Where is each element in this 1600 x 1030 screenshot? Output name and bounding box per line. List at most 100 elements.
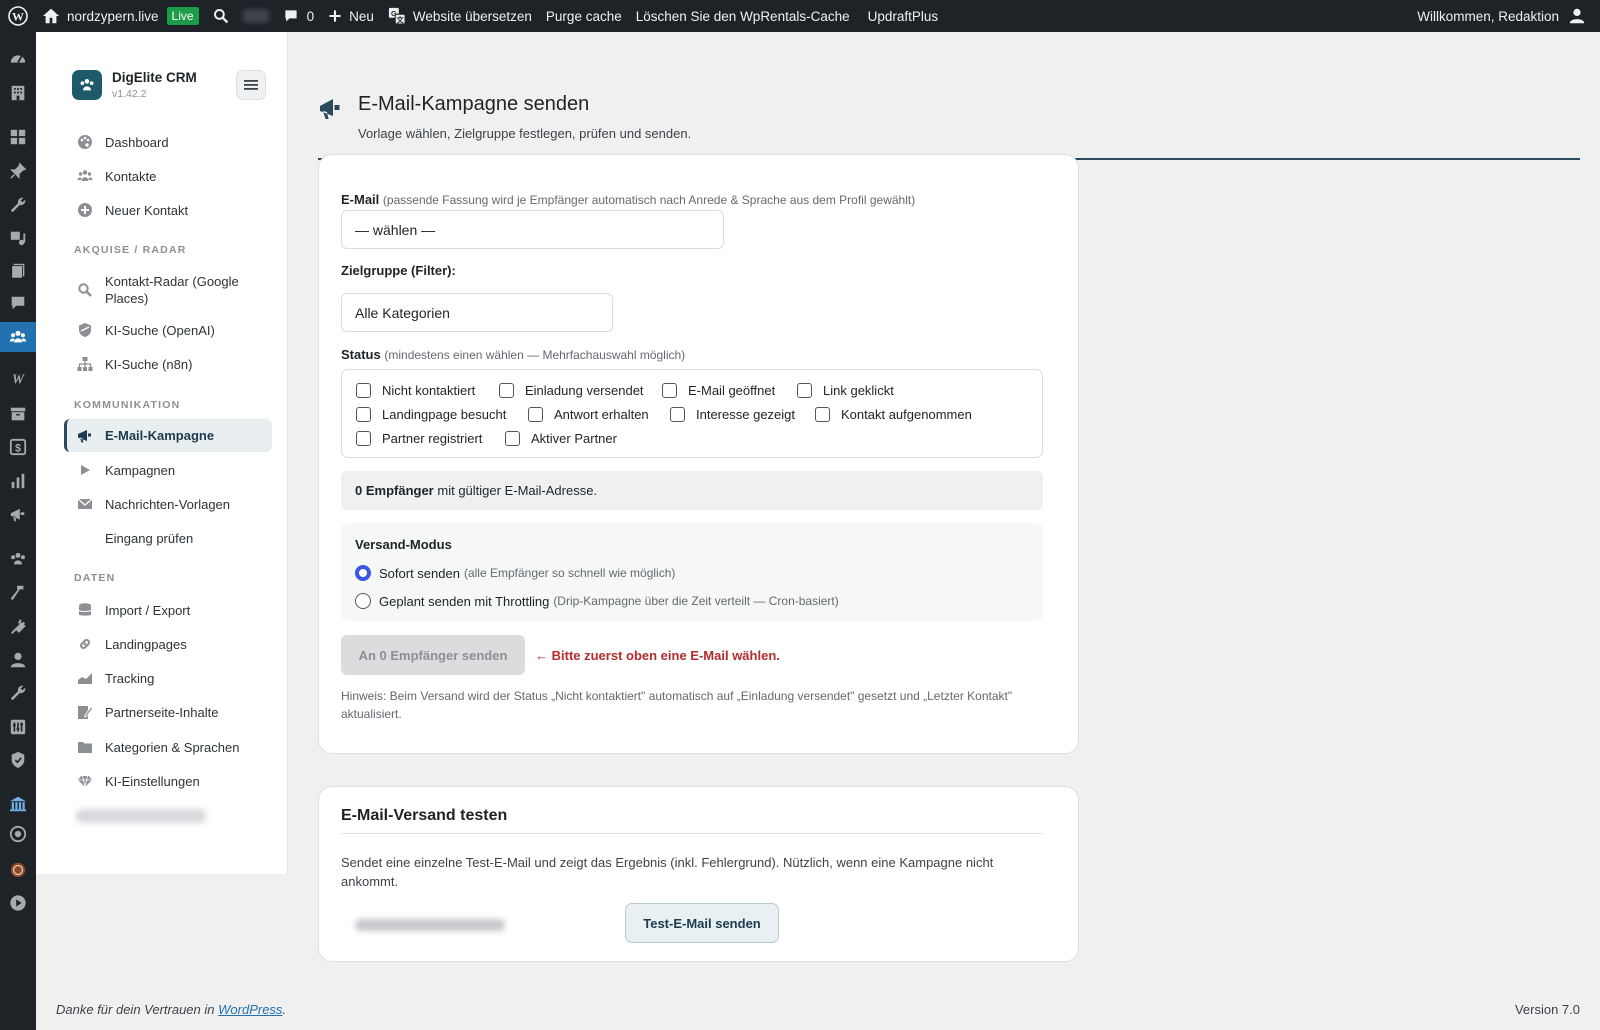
checkbox[interactable] <box>797 383 812 398</box>
status-checkbox[interactable]: Link geklickt <box>797 383 894 398</box>
user-icon <box>1569 8 1585 24</box>
groups-icon <box>77 168 93 184</box>
bank-menu-icon[interactable] <box>0 789 36 819</box>
wordpress-link[interactable]: WordPress <box>218 1002 282 1017</box>
media-menu-icon[interactable] <box>0 223 36 253</box>
sidebar-item-partnerseite-inhalte[interactable]: Partnerseite-Inhalte <box>64 697 272 727</box>
sidebar-item-kontakte[interactable]: Kontakte <box>64 161 272 191</box>
blurred-menu-item[interactable] <box>76 809 206 823</box>
sidebar-item-import-export[interactable]: Import / Export <box>64 595 272 625</box>
home-icon <box>42 8 60 24</box>
radio-button[interactable] <box>355 565 371 581</box>
megaphone-menu-icon[interactable] <box>0 500 36 530</box>
zielgruppe-label: Zielgruppe (Filter): <box>341 263 456 278</box>
woo-menu-icon[interactable]: W <box>0 364 36 394</box>
campaign-form-card: E-Mail (passende Fassung wird je Empfäng… <box>318 154 1079 754</box>
comments-link[interactable]: 0 <box>276 0 322 32</box>
zielgruppe-select[interactable]: Alle Kategorien <box>341 293 613 332</box>
sidebar-item-kategorien-sprachen[interactable]: Kategorien & Sprachen <box>64 732 272 762</box>
plugin-badge-menu-icon[interactable] <box>0 855 36 885</box>
pin-menu-icon[interactable] <box>0 156 36 186</box>
building-menu-icon[interactable] <box>0 78 36 108</box>
sidebar-item-kontakt-radar[interactable]: Kontakt-Radar (Google Places) <box>64 270 272 310</box>
purge-cache-link[interactable]: Purge cache <box>539 0 629 32</box>
comments-menu-icon[interactable] <box>0 288 36 318</box>
checkbox[interactable] <box>815 407 830 422</box>
sidebar-item-e-mail-kampagne[interactable]: E-Mail-Kampagne <box>64 419 272 452</box>
status-hint: (mindestens einen wählen — Mehrfachauswa… <box>384 348 686 362</box>
hammer-menu-icon[interactable] <box>0 578 36 608</box>
checkbox[interactable] <box>528 407 543 422</box>
plugins-menu-icon[interactable] <box>0 612 36 642</box>
diamond-icon <box>77 773 93 789</box>
checkbox[interactable] <box>662 383 677 398</box>
sidebar-item-ki-suche-n8n[interactable]: KI-Suche (n8n) <box>64 349 272 379</box>
status-checkbox[interactable]: Nicht kontaktiert <box>356 383 475 398</box>
crm-menu-icon[interactable] <box>0 322 36 352</box>
sidebar-item-label: Partnerseite-Inhalte <box>105 704 219 720</box>
sidebar-item-landingpages[interactable]: Landingpages <box>64 629 272 659</box>
eye-menu-icon[interactable] <box>0 819 36 849</box>
settings-menu-icon[interactable] <box>0 712 36 742</box>
status-checkbox[interactable]: Einladung versendet <box>499 383 644 398</box>
chart-menu-icon[interactable] <box>0 466 36 496</box>
send-test-email-button[interactable]: Test-E-Mail senden <box>625 903 779 943</box>
status-checkbox[interactable]: E-Mail geöffnet <box>662 383 775 398</box>
search-icon[interactable] <box>206 0 236 32</box>
checkbox[interactable] <box>670 407 685 422</box>
updraftplus-link[interactable]: UpdraftPlus <box>857 0 946 32</box>
sidebar-item-label: Kategorien & Sprachen <box>105 739 240 755</box>
dollar-menu-icon[interactable]: $ <box>0 432 36 462</box>
tools-menu-icon[interactable] <box>0 678 36 708</box>
sidebar-item-tracking[interactable]: Tracking <box>64 663 272 693</box>
checkbox[interactable] <box>505 431 520 446</box>
status-checkbox[interactable]: Kontakt aufgenommen <box>815 407 972 422</box>
sidebar-item-eingang-pruefen[interactable]: Eingang prüfen <box>64 523 272 553</box>
test-email-input[interactable] <box>341 905 611 945</box>
wordpress-logo-icon[interactable]: W <box>0 0 35 32</box>
send-campaign-button[interactable]: An 0 Empfänger senden <box>341 635 525 675</box>
my-account-menu[interactable]: Willkommen, Redaktion <box>1410 0 1600 32</box>
wrench-menu-icon[interactable] <box>0 190 36 220</box>
dashboard-menu-icon[interactable] <box>0 44 36 74</box>
users-group-menu-icon[interactable] <box>0 544 36 574</box>
radio-button[interactable] <box>355 593 371 609</box>
sidebar-item-neuer-kontakt[interactable]: Neuer Kontakt <box>64 195 272 225</box>
wprentals-cache-link[interactable]: Löschen Sie den WpRentals-Cache <box>629 0 857 32</box>
sidebar-item-nachrichten-vorlagen[interactable]: Nachrichten-Vorlagen <box>64 489 272 519</box>
sidebar-item-dashboard[interactable]: Dashboard <box>64 127 272 157</box>
site-name-link[interactable]: nordzypern.live Live <box>35 0 206 32</box>
sidebar-item-ki-einstellungen[interactable]: KI-Einstellungen <box>64 766 272 796</box>
pages-menu-icon[interactable] <box>0 256 36 286</box>
grid-menu-icon[interactable] <box>0 122 36 152</box>
status-checkbox[interactable]: Landingpage besucht <box>356 407 506 422</box>
status-checkbox[interactable]: Antwort erhalten <box>528 407 649 422</box>
send-mode-box: Versand-Modus Sofort senden (alle Empfäng… <box>341 523 1043 621</box>
archive-menu-icon[interactable] <box>0 399 36 429</box>
user-menu-icon[interactable] <box>0 645 36 675</box>
sidebar-item-label: Kontakte <box>105 168 157 184</box>
sidebar-item-label: E-Mail-Kampagne <box>105 428 215 443</box>
divider <box>341 833 1043 834</box>
checkbox[interactable] <box>356 407 371 422</box>
checkbox[interactable] <box>356 431 371 446</box>
translate-website-link[interactable]: G文 Website übersetzen <box>381 0 539 32</box>
edit-page-icon <box>77 704 93 720</box>
checkbox[interactable] <box>499 383 514 398</box>
mode-radio-throttled[interactable]: Geplant senden mit Throttling (Drip-Kampa… <box>355 593 839 609</box>
hamburger-menu-button[interactable] <box>236 70 266 100</box>
sidebar-item-ki-suche-openai[interactable]: KI-Suche (OpenAI) <box>64 315 272 345</box>
checkbox[interactable] <box>356 383 371 398</box>
mode-radio-immediate[interactable]: Sofort senden (alle Empfänger so schnell … <box>355 565 675 581</box>
status-checkbox[interactable]: Partner registriert <box>356 431 482 446</box>
sidebar-item-kampagnen[interactable]: Kampagnen <box>64 455 272 485</box>
blurred-user-item[interactable] <box>236 0 276 32</box>
status-label: Status <box>341 347 381 362</box>
play-menu-icon[interactable] <box>0 888 36 918</box>
new-content-menu[interactable]: Neu <box>321 0 381 32</box>
status-checkbox[interactable]: Aktiver Partner <box>505 431 617 446</box>
status-checkbox[interactable]: Interesse gezeigt <box>670 407 795 422</box>
sidebar-item-label: Nachrichten-Vorlagen <box>105 496 231 512</box>
security-shield-menu-icon[interactable] <box>0 745 36 775</box>
email-template-select[interactable]: — wählen — <box>341 210 724 249</box>
